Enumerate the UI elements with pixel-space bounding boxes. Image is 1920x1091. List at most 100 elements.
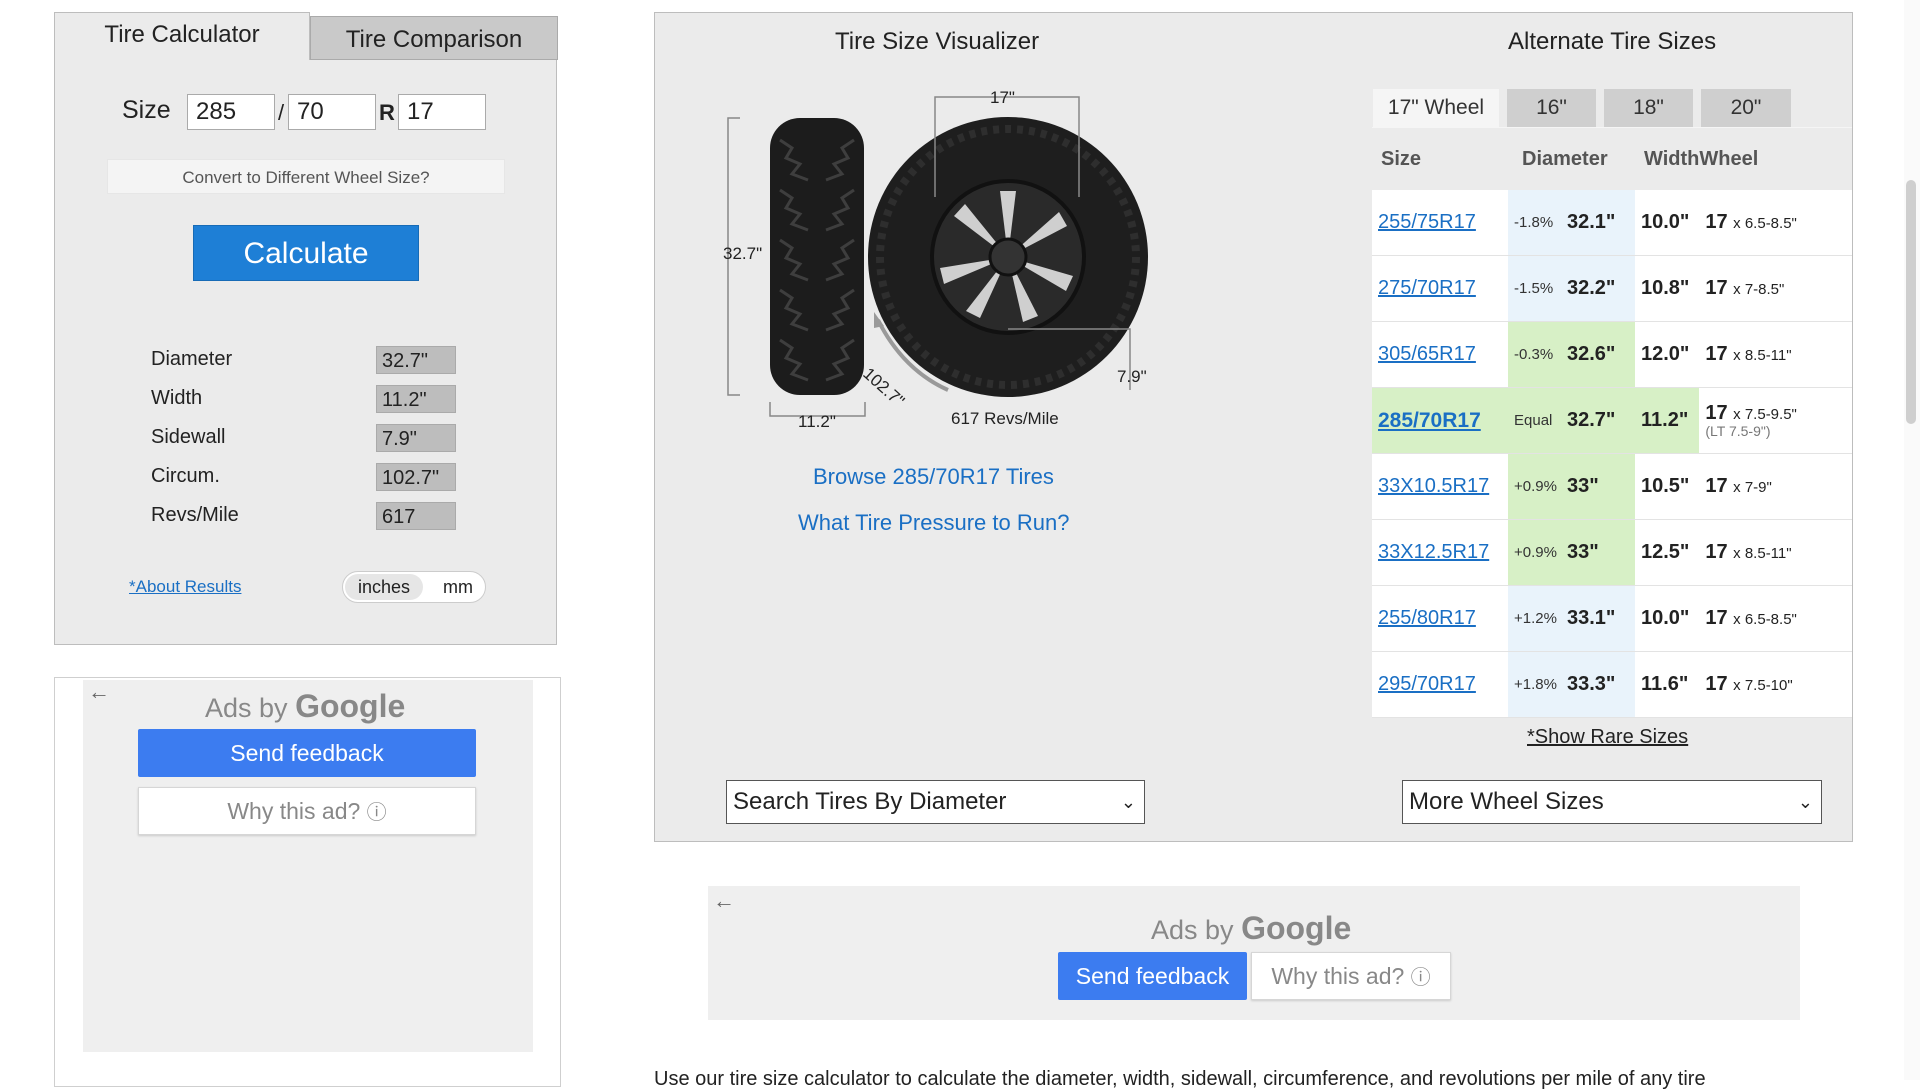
tire-tread-view xyxy=(770,118,864,395)
wheel-value: 17 x 7-8.5" xyxy=(1699,255,1852,322)
diameter-value: 32.7" xyxy=(1561,387,1635,454)
size-separator: / xyxy=(278,100,285,125)
width-value: 11.6" xyxy=(1635,651,1700,718)
calculate-button[interactable]: Calculate xyxy=(193,225,419,281)
why-this-ad-label: Why this ad? xyxy=(227,798,361,824)
ads-by-google-label: Ads by Google xyxy=(1151,910,1351,947)
result-value-sidewall: 7.9" xyxy=(376,424,456,452)
chevron-down-icon: ⌄ xyxy=(1797,792,1813,812)
rim-r-label: R xyxy=(379,100,395,125)
tire-size-link[interactable]: 33X12.5R17 xyxy=(1378,541,1489,563)
why-this-ad-label: Why this ad? xyxy=(1271,963,1405,989)
ads-by-text: Ads by xyxy=(205,693,288,723)
size-label: Size xyxy=(122,96,171,124)
tab-tire-comparison[interactable]: Tire Comparison xyxy=(310,16,558,60)
width-value: 12.0" xyxy=(1635,321,1700,388)
tire-pressure-link[interactable]: What Tire Pressure to Run? xyxy=(798,510,1069,536)
diameter-diff: -0.3% xyxy=(1508,321,1561,388)
width-value: 10.5" xyxy=(1635,453,1700,520)
select-value: More Wheel Sizes xyxy=(1409,788,1604,815)
result-value-revs-mile: 617 xyxy=(376,502,456,530)
tire-size-link[interactable]: 285/70R17 xyxy=(1378,409,1481,432)
diameter-value: 33" xyxy=(1561,453,1635,520)
show-rare-sizes-link[interactable]: *Show Rare Sizes xyxy=(1527,726,1688,749)
width-value: 10.0" xyxy=(1635,585,1700,652)
tire-size-link[interactable]: 33X10.5R17 xyxy=(1378,475,1489,497)
wheel-value: 17 x 6.5-8.5" xyxy=(1699,190,1852,256)
alternate-sizes-table: Size Diameter Width Wheel 255/75R17 -1.8… xyxy=(1372,128,1852,718)
table-row: 295/70R17 +1.8% 33.3" 11.6" 17 x 7.5-10" xyxy=(1372,651,1852,718)
unit-inches-option[interactable]: inches xyxy=(345,574,423,600)
tire-size-link[interactable]: 275/70R17 xyxy=(1378,277,1476,299)
revs-per-mile-label: 617 Revs/Mile xyxy=(951,409,1059,428)
diameter-diff: +1.8% xyxy=(1508,651,1561,718)
diameter-value: 32.2" xyxy=(1561,255,1635,322)
ad-back-arrow-icon[interactable]: ← xyxy=(713,888,735,914)
diameter-diff: +0.9% xyxy=(1508,453,1561,520)
table-row: 305/65R17 -0.3% 32.6" 12.0" 17 x 8.5-11" xyxy=(1372,321,1852,388)
search-by-diameter-select[interactable]: Search Tires By Diameter ⌄ xyxy=(726,780,1145,824)
aspect-ratio-input[interactable]: 70 xyxy=(288,94,376,130)
diameter-value: 33" xyxy=(1561,519,1635,586)
col-header-wheel: Wheel xyxy=(1699,128,1852,190)
scrollbar-track[interactable] xyxy=(1904,0,1920,1080)
alternate-sizes-title: Alternate Tire Sizes xyxy=(1508,28,1717,55)
info-icon: ⓘ xyxy=(366,802,387,824)
google-logo-text: Google xyxy=(1241,910,1352,946)
why-this-ad-button[interactable]: Why this ad? ⓘ xyxy=(138,787,476,835)
wheel-hub xyxy=(988,237,1028,277)
tire-diagram xyxy=(727,96,1148,417)
tab-16-wheel[interactable]: 16" xyxy=(1507,89,1596,127)
unit-mm-option[interactable]: mm xyxy=(433,574,483,600)
tab-18-wheel[interactable]: 18" xyxy=(1604,89,1693,127)
browse-tires-link[interactable]: Browse 285/70R17 Tires xyxy=(813,464,1054,490)
result-label-width: Width xyxy=(151,387,203,409)
diameter-diff: +0.9% xyxy=(1508,519,1561,586)
wheel-value: 17 x 7-9" xyxy=(1699,453,1852,520)
width-value: 12.5" xyxy=(1635,519,1700,586)
col-header-width: Width xyxy=(1635,128,1700,190)
chevron-down-icon: ⌄ xyxy=(1120,792,1136,812)
table-header-row: Size Diameter Width Wheel xyxy=(1372,128,1852,190)
why-this-ad-button[interactable]: Why this ad? ⓘ xyxy=(1251,952,1451,1000)
convert-wheel-size-button[interactable]: Convert to Different Wheel Size? xyxy=(107,159,505,194)
tab-17-wheel[interactable]: 17" Wheel xyxy=(1373,89,1499,127)
tab-20-wheel[interactable]: 20" xyxy=(1701,89,1791,127)
tire-size-link[interactable]: 295/70R17 xyxy=(1378,673,1476,695)
result-label-revs-mile: Revs/Mile xyxy=(151,504,239,526)
tab-tire-calculator[interactable]: Tire Calculator xyxy=(54,12,310,60)
col-header-diameter: Diameter xyxy=(1508,128,1635,190)
ad-back-arrow-icon[interactable]: ← xyxy=(88,679,110,705)
table-row: 33X10.5R17 +0.9% 33" 10.5" 17 x 7-9" xyxy=(1372,453,1852,520)
diameter-diff: -1.8% xyxy=(1508,190,1561,256)
result-value-diameter: 32.7" xyxy=(376,346,456,374)
width-value: 11.2" xyxy=(1635,387,1700,454)
send-feedback-button[interactable]: Send feedback xyxy=(138,729,476,777)
width-value: 10.8" xyxy=(1635,255,1700,322)
rim-diameter-input[interactable]: 17 xyxy=(398,94,486,130)
send-feedback-button[interactable]: Send feedback xyxy=(1058,952,1247,1000)
unit-toggle[interactable]: inches mm xyxy=(342,571,486,603)
tire-size-link[interactable]: 255/80R17 xyxy=(1378,607,1476,629)
sidewall-label: 7.9" xyxy=(1117,367,1147,386)
google-logo-text: Google xyxy=(295,688,406,724)
more-wheel-sizes-select[interactable]: More Wheel Sizes ⌄ xyxy=(1402,780,1822,824)
diameter-diff: +1.2% xyxy=(1508,585,1561,652)
table-row: 255/80R17 +1.2% 33.1" 10.0" 17 x 6.5-8.5… xyxy=(1372,585,1852,652)
result-label-diameter: Diameter xyxy=(151,348,233,370)
scrollbar-thumb[interactable] xyxy=(1906,180,1916,424)
width-value: 10.0" xyxy=(1635,190,1700,256)
tire-size-link[interactable]: 305/65R17 xyxy=(1378,343,1476,365)
result-label-sidewall: Sidewall xyxy=(151,426,226,448)
wheel-value: 17 x 8.5-11" xyxy=(1699,321,1852,388)
table-row-current: 285/70R17 Equal 32.7" 11.2" 17 x 7.5-9.5… xyxy=(1372,387,1852,454)
tire-size-link[interactable]: 255/75R17 xyxy=(1378,211,1476,233)
diameter-value: 32.6" xyxy=(1561,321,1635,388)
diameter-value: 33.3" xyxy=(1561,651,1635,718)
result-label-circumference: Circum. xyxy=(151,465,220,487)
info-icon: ⓘ xyxy=(1410,967,1431,989)
about-results-link[interactable]: *About Results xyxy=(129,577,241,597)
ads-by-text: Ads by xyxy=(1151,915,1234,945)
ads-by-google-label: Ads by Google xyxy=(205,688,405,725)
tire-width-input[interactable]: 285 xyxy=(187,94,275,130)
